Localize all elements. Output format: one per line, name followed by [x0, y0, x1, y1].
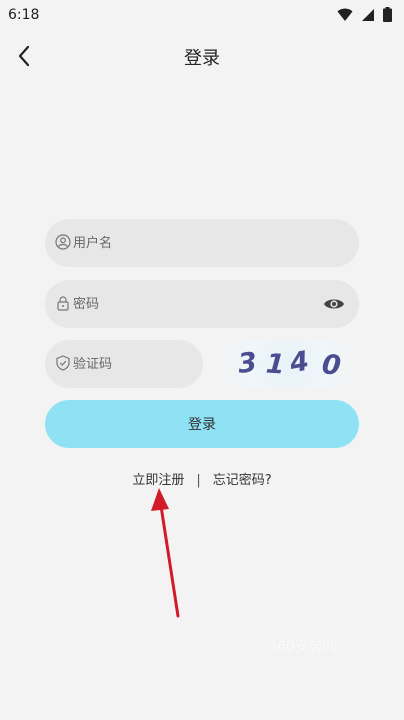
header: 登录 — [0, 36, 404, 76]
username-input[interactable] — [73, 219, 343, 267]
watermark: 360安装网 — [268, 639, 337, 655]
links-separator: | — [196, 473, 201, 488]
battery-icon — [383, 7, 392, 22]
forgot-password-link[interactable]: 忘记密码? — [213, 473, 272, 488]
wifi-icon — [337, 8, 353, 21]
auth-links: 立即注册 | 忘记密码? — [0, 469, 404, 488]
status-icons — [337, 7, 392, 22]
captcha-input[interactable] — [73, 340, 193, 388]
captcha-char: 1 — [264, 348, 286, 381]
username-field-container — [45, 219, 359, 267]
login-button[interactable]: 登录 — [45, 400, 359, 448]
captcha-char: 4 — [287, 345, 312, 380]
signal-icon — [362, 8, 374, 21]
captcha-char: 3 — [236, 347, 259, 380]
password-field-container — [45, 280, 359, 328]
shield-icon — [56, 355, 70, 371]
status-time: 6:18 — [8, 7, 40, 23]
captcha-char: 0 — [320, 349, 343, 382]
user-icon — [55, 234, 71, 250]
password-input[interactable] — [73, 280, 313, 328]
eye-icon[interactable] — [323, 294, 345, 314]
status-bar: 6:18 — [0, 0, 404, 32]
lock-icon — [57, 296, 69, 311]
captcha-image[interactable]: 3 1 4 0 — [222, 340, 354, 388]
page-title: 登录 — [184, 48, 220, 69]
arrow-annotation — [151, 488, 180, 618]
captcha-field-container — [45, 340, 203, 388]
